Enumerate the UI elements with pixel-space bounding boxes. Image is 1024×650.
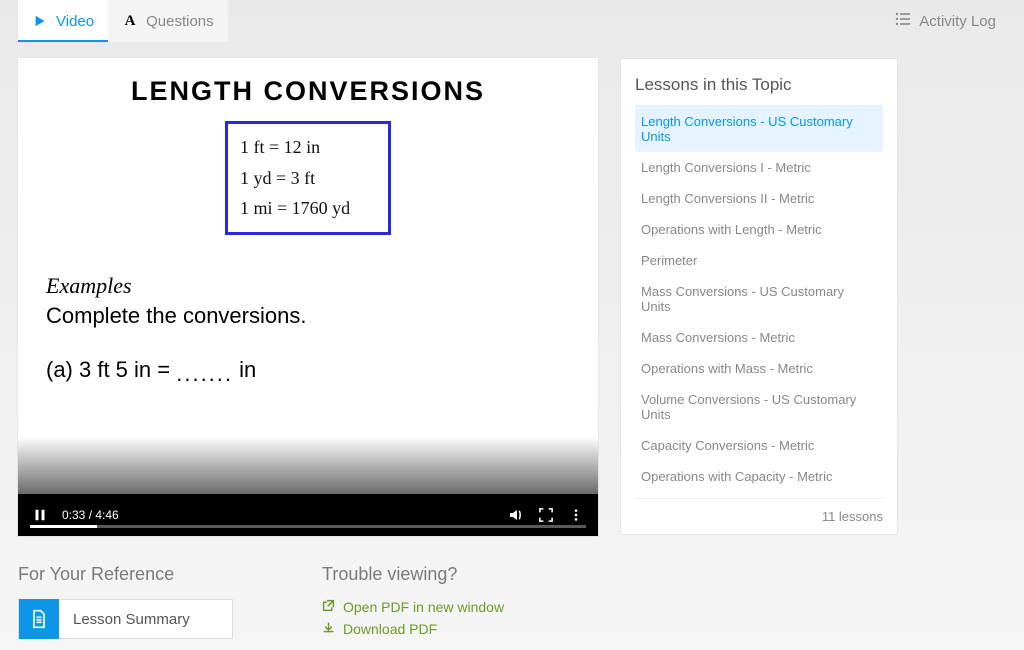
conversion-row: 1 mi = 1760 yd bbox=[240, 193, 378, 224]
pause-icon[interactable] bbox=[32, 507, 48, 523]
lesson-item[interactable]: Operations with Capacity - Metric bbox=[635, 461, 883, 492]
conversion-row: 1 ft = 12 in bbox=[240, 132, 378, 163]
tab-questions[interactable]: A Questions bbox=[108, 0, 228, 42]
lesson-item[interactable]: Mass Conversions - US Customary Units bbox=[635, 276, 883, 322]
examples-heading: Examples bbox=[46, 273, 570, 299]
tab-video-label: Video bbox=[56, 13, 94, 30]
reference-heading: For Your Reference bbox=[18, 564, 294, 585]
open-pdf-link[interactable]: Open PDF in new window bbox=[322, 599, 598, 615]
video-player[interactable]: LENGTH CONVERSIONS 1 ft = 12 in 1 yd = 3… bbox=[18, 58, 598, 536]
list-icon bbox=[895, 11, 911, 31]
lessons-count: 11 lessons bbox=[635, 498, 883, 524]
video-time: 0:33 / 4:46 bbox=[62, 508, 119, 522]
activity-log-link[interactable]: Activity Log bbox=[885, 0, 1006, 42]
external-link-icon bbox=[322, 599, 335, 615]
document-icon bbox=[19, 599, 59, 639]
more-icon[interactable] bbox=[568, 507, 584, 523]
example-a: (a) 3 ft 5 in = ....... in bbox=[46, 357, 570, 383]
lessons-heading: Lessons in this Topic bbox=[635, 71, 883, 106]
play-icon bbox=[32, 13, 48, 29]
video-progress-track[interactable] bbox=[30, 525, 586, 528]
lesson-item[interactable]: Volume Conversions - US Customary Units bbox=[635, 384, 883, 430]
examples-subheading: Complete the conversions. bbox=[46, 303, 570, 329]
lesson-item[interactable]: Mass Conversions - Metric bbox=[635, 322, 883, 353]
lesson-item[interactable]: Capacity Conversions - Metric bbox=[635, 430, 883, 461]
fullscreen-icon[interactable] bbox=[538, 507, 554, 523]
video-content: LENGTH CONVERSIONS 1 ft = 12 in 1 yd = 3… bbox=[18, 58, 598, 536]
volume-icon[interactable] bbox=[508, 507, 524, 523]
open-pdf-label: Open PDF in new window bbox=[343, 599, 504, 615]
lesson-summary-label: Lesson Summary bbox=[59, 611, 190, 628]
download-pdf-link[interactable]: Download PDF bbox=[322, 621, 598, 637]
font-icon: A bbox=[122, 13, 138, 29]
lessons-panel: Lessons in this Topic Length Conversions… bbox=[620, 58, 898, 535]
video-title: LENGTH CONVERSIONS bbox=[46, 76, 570, 107]
lesson-item[interactable]: Length Conversions - US Customary Units bbox=[635, 106, 883, 152]
lesson-item[interactable]: Length Conversions I - Metric bbox=[635, 152, 883, 183]
trouble-heading: Trouble viewing? bbox=[322, 564, 598, 585]
download-pdf-label: Download PDF bbox=[343, 621, 437, 637]
conversion-box: 1 ft = 12 in 1 yd = 3 ft 1 mi = 1760 yd bbox=[225, 121, 391, 235]
tab-video[interactable]: Video bbox=[18, 0, 108, 42]
video-progress-fill bbox=[30, 525, 97, 528]
lessons-list: Length Conversions - US Customary UnitsL… bbox=[635, 106, 883, 492]
video-controls: 0:33 / 4:46 bbox=[18, 494, 598, 536]
lesson-item[interactable]: Perimeter bbox=[635, 245, 883, 276]
top-tabbar: Video A Questions Activity Log bbox=[0, 0, 1024, 42]
lesson-summary-button[interactable]: Lesson Summary bbox=[18, 599, 233, 639]
lesson-item[interactable]: Length Conversions II - Metric bbox=[635, 183, 883, 214]
lesson-item[interactable]: Operations with Length - Metric bbox=[635, 214, 883, 245]
lesson-item[interactable]: Operations with Mass - Metric bbox=[635, 353, 883, 384]
tab-questions-label: Questions bbox=[146, 13, 214, 30]
download-icon bbox=[322, 621, 335, 637]
activity-log-label: Activity Log bbox=[919, 13, 996, 30]
conversion-row: 1 yd = 3 ft bbox=[240, 163, 378, 194]
